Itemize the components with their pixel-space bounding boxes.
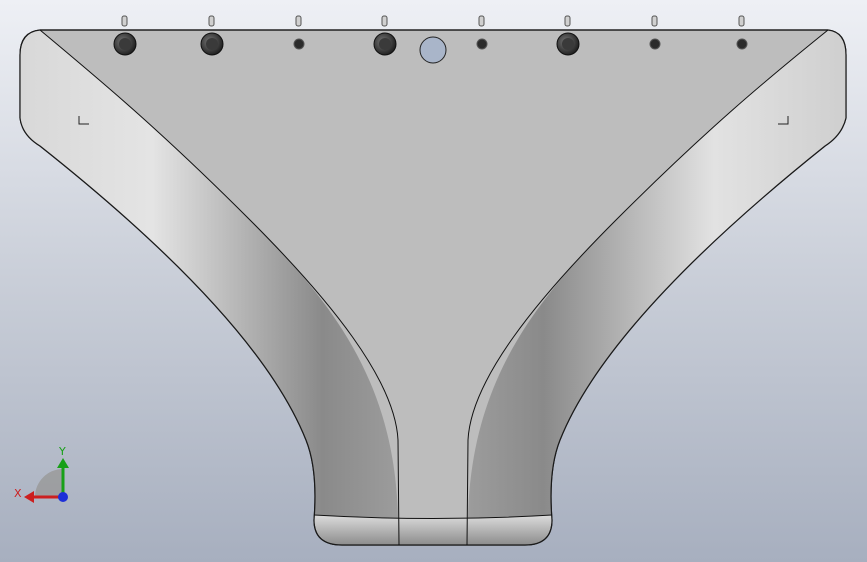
fastener-large[interactable] <box>200 32 224 56</box>
x-axis-arrow-icon <box>24 491 34 503</box>
outlet-rim <box>314 515 552 545</box>
fastener-small[interactable] <box>649 38 661 50</box>
port-hole[interactable] <box>419 36 447 64</box>
graphics-viewport[interactable]: Y X <box>0 0 867 562</box>
part-outline <box>19 29 847 546</box>
z-axis-dot-icon <box>58 492 68 502</box>
reference-triad: Y X <box>14 445 69 503</box>
y-axis-label: Y <box>58 445 66 458</box>
fastener-small[interactable] <box>736 38 748 50</box>
fastener-small[interactable] <box>476 38 488 50</box>
x-axis-label: X <box>14 487 22 500</box>
part-body[interactable] <box>19 29 847 546</box>
triad-plane-indicator <box>35 469 63 497</box>
pin-stubs <box>121 15 745 27</box>
y-axis-arrow-icon <box>57 458 69 468</box>
fastener-large[interactable] <box>113 32 137 56</box>
fastener-large[interactable] <box>556 32 580 56</box>
fastener-large[interactable] <box>373 32 397 56</box>
fastener-small[interactable] <box>293 38 305 50</box>
